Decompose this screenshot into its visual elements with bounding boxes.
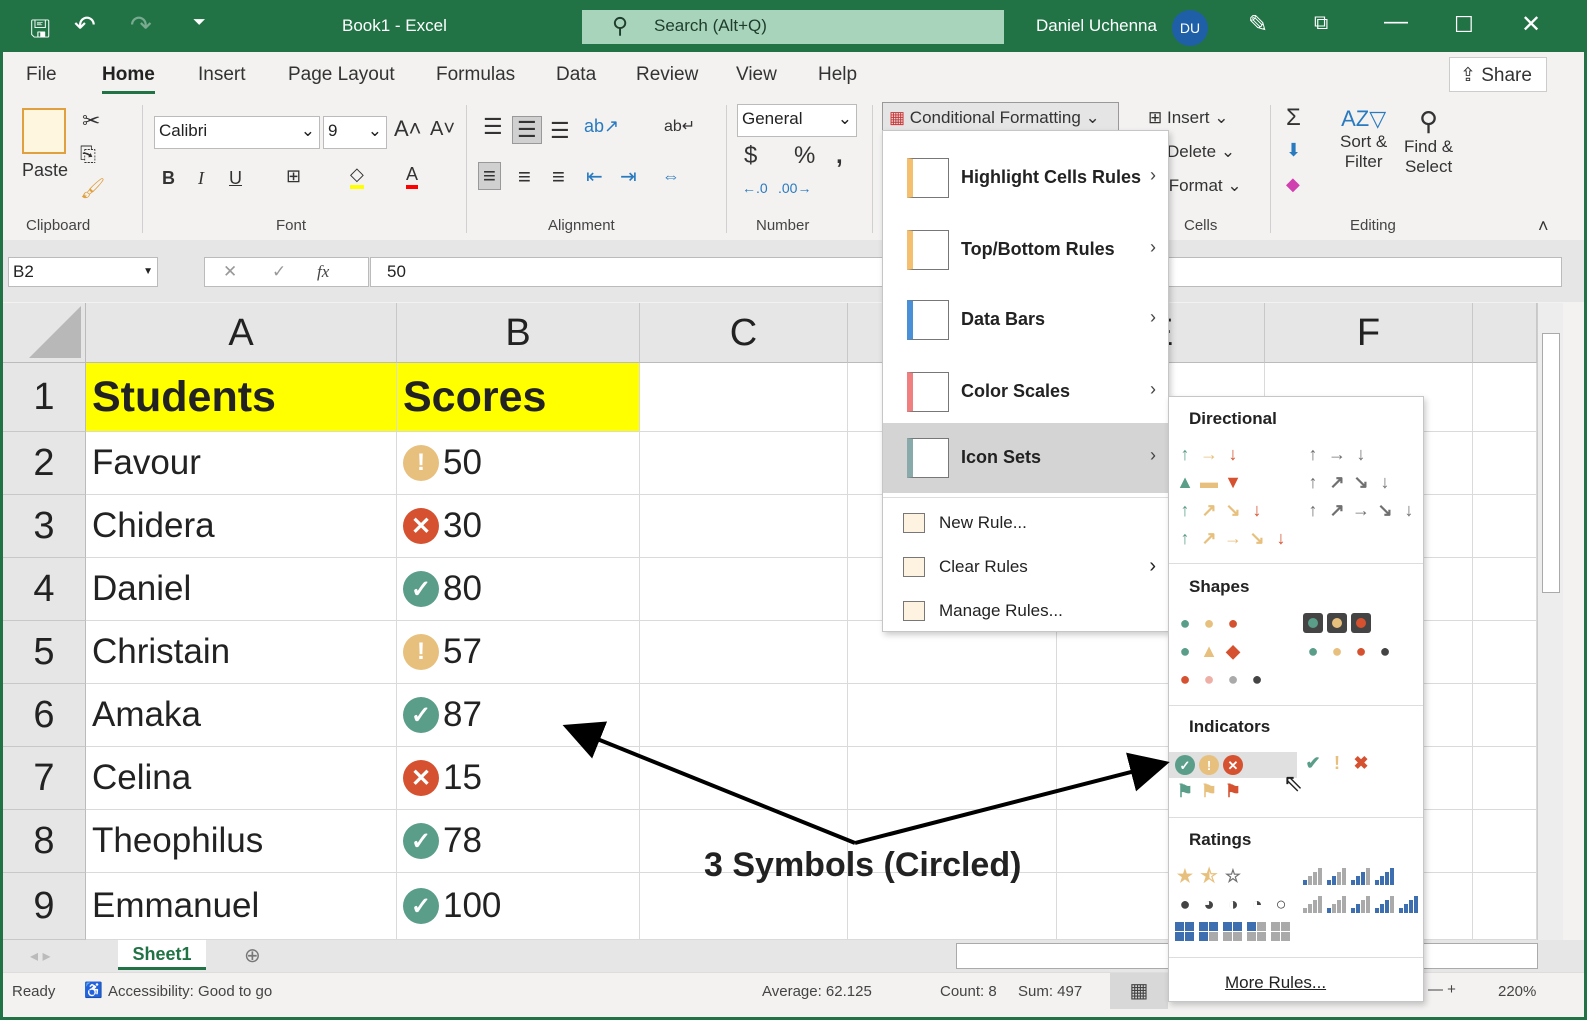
arrow-to-indicator-set [854,752,1170,845]
annotation-label: 3 Symbols (Circled) [704,846,1022,884]
arrow-to-cells [562,721,856,845]
